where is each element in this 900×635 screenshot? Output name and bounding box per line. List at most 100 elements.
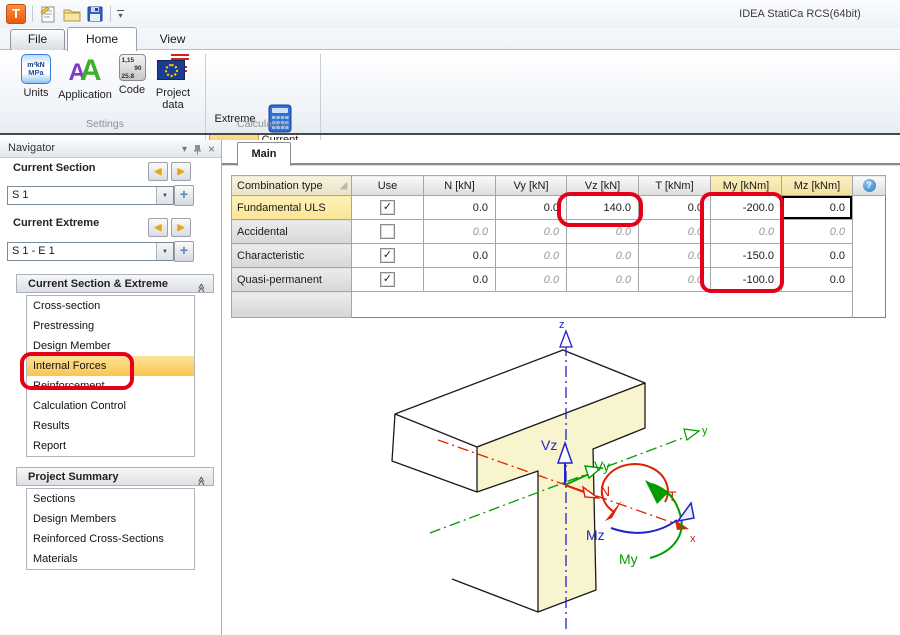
code-icon: 1,15 90 25.8 [119,54,146,81]
project-summary-item-list: Sections Design Members Reinforced Cross… [26,488,195,570]
chevron-down-icon[interactable]: ▼ [156,243,173,260]
cell-n[interactable]: 0.0 [424,220,496,244]
table-row: Accidental 0.0 0.0 0.0 0.0 0.0 0.0 [232,220,886,244]
current-section-dropdown[interactable]: S 1 ▼ [7,186,174,205]
open-folder-icon[interactable] [62,5,81,24]
section-extreme-group-header[interactable]: Current Section & Extreme ≪ [16,274,214,293]
table-header-row: Combination type ◢ Use N [kN] Vy [kN] Vz… [232,176,886,196]
toolbar-separator [32,6,33,22]
cell-t[interactable]: 0.0 [639,196,711,220]
code-button[interactable]: 1,15 90 25.8 Code [110,54,154,96]
table-empty-row [232,292,886,318]
cell-mz[interactable]: 0.0 [782,244,853,268]
nav-item-design-members[interactable]: Design Members [27,509,194,529]
column-header-vy[interactable]: Vy [kN] [496,176,567,196]
cell-n[interactable]: 0.0 [424,268,496,292]
row-label[interactable]: Characteristic [232,244,352,268]
nav-item-internal-forces[interactable]: Internal Forces [27,356,194,376]
new-document-icon[interactable] [39,5,58,24]
cell-mz[interactable]: 0.0 [782,268,853,292]
column-header-t[interactable]: T [kNm] [639,176,711,196]
ribbon: m²kN MPa Units A A Application 1,15 90 2… [0,50,900,133]
units-button[interactable]: m²kN MPa Units [14,54,58,99]
tab-home[interactable]: Home [67,27,137,51]
project-data-button[interactable]: Projectdata [150,54,196,111]
tab-file[interactable]: File [10,29,65,51]
nav-item-prestressing[interactable]: Prestressing [27,316,194,336]
chevron-down-icon[interactable]: ▼ [156,187,173,204]
checkbox-checked[interactable]: ✓ [380,248,395,263]
nav-item-sections[interactable]: Sections [27,489,194,509]
cell-t[interactable]: 0.0 [639,244,711,268]
cell-vz[interactable]: 0.0 [567,268,639,292]
next-section-button[interactable]: ▶ [171,162,191,181]
cell-my[interactable]: -100.0 [711,268,782,292]
cell-mz-selected[interactable]: 0.0 [782,196,853,220]
use-checkbox-cell[interactable] [352,220,424,244]
help-icon[interactable]: ? [863,179,876,192]
cell-n[interactable]: 0.0 [424,244,496,268]
nav-item-report[interactable]: Report [27,436,194,456]
nav-item-materials[interactable]: Materials [27,549,194,569]
pin-icon[interactable] [193,144,202,155]
use-checkbox-cell[interactable]: ✓ [352,244,424,268]
current-section-label: Current Section [13,162,96,174]
navigator-menu-icon[interactable]: ▾ [182,144,187,155]
cell-vy[interactable]: 0.0 [496,196,567,220]
mz-moment-arc [611,520,677,533]
row-label[interactable]: Accidental [232,220,352,244]
cell-vz[interactable]: 0.0 [567,220,639,244]
column-header-mz[interactable]: Mz [kNm] [782,176,853,196]
application-button[interactable]: A A Application [56,54,114,101]
cell-vy[interactable]: 0.0 [496,268,567,292]
nav-item-cross-section[interactable]: Cross-section [27,296,194,316]
use-checkbox-cell[interactable]: ✓ [352,196,424,220]
project-summary-group-header[interactable]: Project Summary ≪ [16,467,214,486]
idea-statica-logo: T [6,4,26,24]
toolbar-options-icon[interactable]: ▾ [117,10,124,18]
column-header-vz[interactable]: Vz [kN] [567,176,639,196]
nav-item-reinforced-cross-sections[interactable]: Reinforced Cross-Sections [27,529,194,549]
nav-item-design-member[interactable]: Design Member [27,336,194,356]
previous-extreme-button[interactable]: ◀ [148,218,168,237]
collapse-chevron-icon[interactable]: ≪ [192,476,210,485]
cell-vz[interactable]: 140.0 [567,196,639,220]
collapse-chevron-icon[interactable]: ≪ [192,283,210,292]
current-extreme-label: Current Extreme [13,217,99,229]
column-header-my[interactable]: My [kNm] [711,176,782,196]
add-section-button[interactable]: + [174,185,194,206]
tab-view[interactable]: View [145,29,200,49]
column-header-use[interactable]: Use [352,176,424,196]
save-icon[interactable] [85,5,104,24]
cell-t[interactable]: 0.0 [639,268,711,292]
nav-item-results[interactable]: Results [27,416,194,436]
cell-my[interactable]: -200.0 [711,196,782,220]
nav-item-reinforcement[interactable]: Reinforcement [27,376,194,396]
row-label[interactable]: Quasi-permanent [232,268,352,292]
nav-item-calculation-control[interactable]: Calculation Control [27,396,194,416]
close-icon[interactable]: × [208,142,215,156]
checkbox-checked[interactable]: ✓ [380,272,395,287]
cell-t[interactable]: 0.0 [639,220,711,244]
add-extreme-button[interactable]: + [174,241,194,262]
cell-mz[interactable]: 0.0 [782,220,853,244]
previous-section-button[interactable]: ◀ [148,162,168,181]
next-extreme-button[interactable]: ▶ [171,218,191,237]
row-label[interactable]: Fundamental ULS [232,196,352,220]
column-header-n[interactable]: N [kN] [424,176,496,196]
units-icon: m²kN MPa [21,54,51,84]
use-checkbox-cell[interactable]: ✓ [352,268,424,292]
cell-n[interactable]: 0.0 [424,196,496,220]
cell-my[interactable]: -150.0 [711,244,782,268]
checkbox-checked[interactable]: ✓ [380,200,395,215]
column-header-combination-type[interactable]: Combination type ◢ [232,176,352,196]
cell-vy[interactable]: 0.0 [496,220,567,244]
cell-my[interactable]: 0.0 [711,220,782,244]
cell-vz[interactable]: 0.0 [567,244,639,268]
current-extreme-dropdown[interactable]: S 1 - E 1 ▼ [7,242,174,261]
settings-group-label: Settings [14,118,196,130]
checkbox-unchecked[interactable] [380,224,395,239]
tab-main-document[interactable]: Main [237,142,291,166]
cell-vy[interactable]: 0.0 [496,244,567,268]
empty-row-cells [352,292,853,318]
